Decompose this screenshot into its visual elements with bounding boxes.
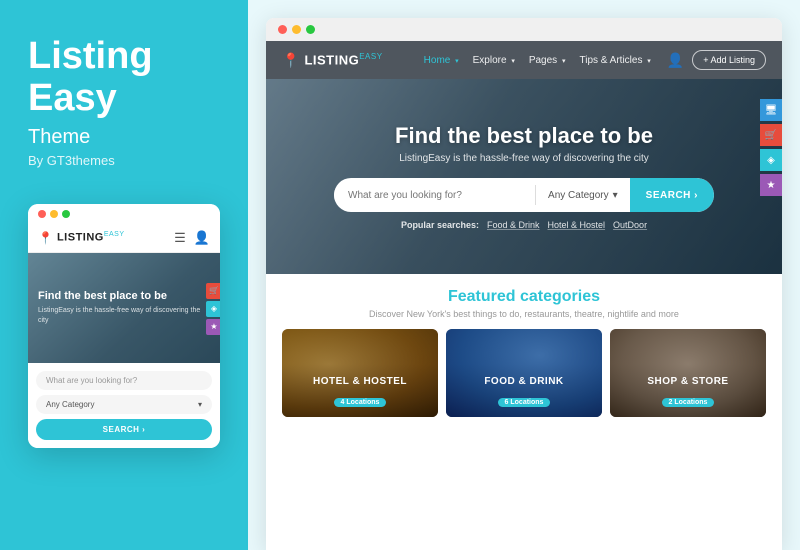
user-icon[interactable]: 👤 bbox=[667, 52, 684, 69]
brand-title: ListingEasy bbox=[28, 36, 220, 120]
card-food-badge: 6 Locations bbox=[498, 398, 551, 407]
nav-link-tips[interactable]: Tips & Articles ▾ bbox=[579, 55, 650, 66]
desktop-nav: 📍 LISTINGEASY Home ▾ Explore ▾ Pages ▾ T… bbox=[266, 41, 782, 79]
popular-tag-outdoor[interactable]: OutDoor bbox=[613, 220, 647, 230]
mobile-search-input[interactable]: What are you looking for? bbox=[36, 371, 212, 390]
desktop-search-bar: Any Category ▾ SEARCH › bbox=[334, 178, 714, 212]
mobile-nav-icons: ☰ 👤 bbox=[174, 230, 210, 246]
desktop-dot-green bbox=[306, 25, 315, 34]
desktop-dot-red bbox=[278, 25, 287, 34]
mobile-nav: 📍 LISTINGEASY ☰ 👤 bbox=[28, 224, 220, 253]
star-icon[interactable]: ★ bbox=[760, 174, 782, 196]
desktop-nav-links: Home ▾ Explore ▾ Pages ▾ Tips & Articles… bbox=[424, 55, 651, 66]
mobile-hero-sub: ListingEasy is the hassle-free way of di… bbox=[38, 306, 210, 326]
pin-icon: 📍 bbox=[38, 231, 53, 245]
share-icon[interactable]: ◈ bbox=[760, 149, 782, 171]
featured-title: Featured categories bbox=[282, 288, 766, 306]
cart-icon[interactable]: 🛒 bbox=[760, 124, 782, 146]
mobile-mockup: 📍 LISTINGEASY ☰ 👤 Find the best place to… bbox=[28, 204, 220, 448]
brand-by: By GT3themes bbox=[28, 153, 220, 168]
mobile-hero-title: Find the best place to be bbox=[38, 289, 210, 303]
nav-link-explore[interactable]: Explore ▾ bbox=[473, 55, 515, 66]
chevron-down-icon: ▾ bbox=[198, 400, 202, 409]
hamburger-icon[interactable]: ☰ bbox=[174, 230, 186, 246]
nav-link-pages[interactable]: Pages ▾ bbox=[529, 55, 566, 66]
card-hotel-badge: 4 Locations bbox=[334, 398, 387, 407]
category-dropdown[interactable]: Any Category ▾ bbox=[536, 190, 630, 201]
right-panel: 📍 LISTINGEASY Home ▾ Explore ▾ Pages ▾ T… bbox=[248, 0, 800, 550]
chevron-down-icon: ▾ bbox=[613, 190, 618, 201]
popular-label: Popular searches: bbox=[401, 220, 479, 230]
popular-tag-hotel[interactable]: Hotel & Hostel bbox=[548, 220, 606, 230]
card-food-content: FOOD & DRINK 6 Locations bbox=[446, 376, 602, 409]
hero-content: Find the best place to be ListingEasy is… bbox=[266, 123, 782, 230]
mobile-titlebar bbox=[28, 204, 220, 224]
mobile-category-select[interactable]: Any Category ▾ bbox=[36, 395, 212, 414]
desktop-dot-yellow bbox=[292, 25, 301, 34]
mobile-share-icon: ◈ bbox=[206, 301, 220, 317]
desktop-search-input[interactable] bbox=[334, 190, 535, 201]
hero-subtitle: ListingEasy is the hassle-free way of di… bbox=[266, 153, 782, 164]
mobile-dot-yellow bbox=[50, 210, 58, 218]
card-hotel-content: HOTEL & HOSTEL 4 Locations bbox=[282, 376, 438, 409]
mobile-dot-green bbox=[62, 210, 70, 218]
mobile-search-area: What are you looking for? Any Category ▾… bbox=[28, 363, 220, 448]
desktop-mockup: 📍 LISTINGEASY Home ▾ Explore ▾ Pages ▾ T… bbox=[266, 18, 782, 550]
desktop-pin-icon: 📍 bbox=[282, 52, 299, 69]
card-food-title: FOOD & DRINK bbox=[446, 376, 602, 388]
monitor-icon[interactable]: 🖥 bbox=[760, 99, 782, 121]
mobile-dot-red bbox=[38, 210, 46, 218]
mobile-star-icon: ★ bbox=[206, 319, 220, 335]
mobile-cart-icon: 🛒 bbox=[206, 283, 220, 299]
popular-searches: Popular searches: Food & Drink Hotel & H… bbox=[266, 220, 782, 230]
featured-section: Featured categories Discover New York's … bbox=[266, 274, 782, 417]
card-hotel-title: HOTEL & HOSTEL bbox=[282, 376, 438, 388]
card-hotel[interactable]: HOTEL & HOSTEL 4 Locations bbox=[282, 329, 438, 417]
desktop-logo: 📍 LISTINGEASY bbox=[282, 52, 383, 69]
popular-tag-food[interactable]: Food & Drink bbox=[487, 220, 540, 230]
mobile-hero: Find the best place to be ListingEasy is… bbox=[28, 253, 220, 363]
desktop-search-button[interactable]: SEARCH › bbox=[630, 178, 714, 212]
card-shop-badge: 2 Locations bbox=[662, 398, 715, 407]
brand-subtitle: Theme bbox=[28, 126, 220, 149]
mobile-logo: 📍 LISTINGEASY bbox=[38, 231, 125, 245]
desktop-hero: Find the best place to be ListingEasy is… bbox=[266, 79, 782, 274]
desktop-logo-text: LISTINGEASY bbox=[304, 52, 382, 67]
desktop-titlebar bbox=[266, 18, 782, 41]
mobile-logo-text: LISTINGEASY bbox=[57, 231, 125, 244]
desktop-side-icons: 🖥 🛒 ◈ ★ bbox=[760, 99, 782, 196]
hero-title: Find the best place to be bbox=[266, 123, 782, 149]
mobile-side-icons: 🛒 ◈ ★ bbox=[206, 283, 220, 335]
card-shop-content: SHOP & STORE 2 Locations bbox=[610, 376, 766, 409]
add-listing-button[interactable]: + Add Listing bbox=[692, 50, 766, 70]
featured-cards: HOTEL & HOSTEL 4 Locations FOOD & DRINK … bbox=[282, 329, 766, 417]
left-panel: ListingEasy Theme By GT3themes 📍 LISTING… bbox=[0, 0, 248, 550]
card-food[interactable]: FOOD & DRINK 6 Locations bbox=[446, 329, 602, 417]
user-icon[interactable]: 👤 bbox=[194, 230, 210, 246]
card-shop[interactable]: SHOP & STORE 2 Locations bbox=[610, 329, 766, 417]
card-shop-title: SHOP & STORE bbox=[610, 376, 766, 388]
mobile-search-button[interactable]: SEARCH › bbox=[36, 419, 212, 440]
nav-link-home[interactable]: Home ▾ bbox=[424, 55, 459, 66]
featured-subtitle: Discover New York's best things to do, r… bbox=[282, 309, 766, 319]
